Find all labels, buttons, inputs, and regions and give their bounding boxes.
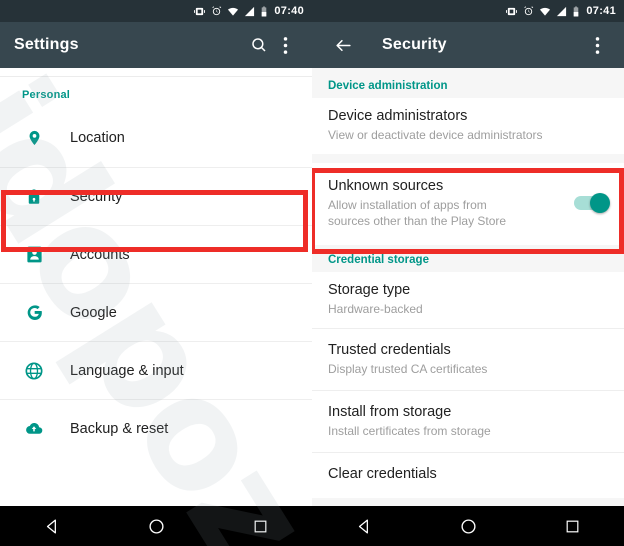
sidebar-item-accounts[interactable]: Accounts	[0, 225, 312, 283]
sidebar-item-backup-reset[interactable]: Backup & reset	[0, 399, 312, 457]
status-icons-right	[505, 5, 580, 17]
left-pane-settings: 07:40 Settings Personal Location Securit…	[0, 0, 312, 546]
list-item-trusted-credentials[interactable]: Trusted credentials Display trusted CA c…	[312, 328, 624, 390]
list-item-title: Install from storage	[328, 404, 452, 420]
status-icons-left	[193, 5, 268, 17]
signal-icon	[556, 6, 567, 17]
status-clock-left: 07:40	[274, 5, 304, 17]
sidebar-item-language-input[interactable]: Language & input	[0, 341, 312, 399]
navigation-bar-left	[0, 506, 312, 546]
list-item-subtitle: Hardware-backed	[328, 302, 423, 316]
sidebar-item-google[interactable]: Google	[0, 283, 312, 341]
status-clock-right: 07:41	[586, 5, 616, 17]
dual-screenshot: 07:40 Settings Personal Location Securit…	[0, 0, 624, 546]
list-item-title: Device administrators	[328, 108, 468, 124]
alarm-icon	[523, 5, 534, 17]
section-label-personal: Personal	[22, 89, 71, 101]
location-pin-icon	[22, 126, 46, 150]
section-header-credential-storage: Credential storage	[328, 254, 429, 266]
list-item-subtitle: Install certificates from storage	[328, 424, 491, 438]
status-bar-right: 07:41	[312, 0, 624, 22]
sidebar-item-location[interactable]: Location	[0, 109, 312, 167]
back-triangle-icon[interactable]	[32, 506, 72, 546]
list-item-title: Clear credentials	[328, 466, 437, 482]
sidebar-item-security[interactable]: Security	[0, 167, 312, 225]
recents-square-icon[interactable]	[552, 506, 592, 546]
wifi-icon	[539, 6, 551, 17]
navigation-bar-right	[312, 506, 624, 546]
unknown-sources-toggle[interactable]	[574, 193, 610, 213]
back-arrow-icon[interactable]	[330, 32, 356, 58]
signal-icon	[244, 6, 255, 17]
list-item-subtitle: View or deactivate device administrators	[328, 128, 543, 142]
page-title-settings: Settings	[14, 36, 79, 53]
recents-square-icon[interactable]	[240, 506, 280, 546]
sidebar-item-label: Security	[70, 188, 123, 205]
list-item-install-from-storage[interactable]: Install from storage Install certificate…	[312, 390, 624, 452]
sidebar-item-label: Accounts	[70, 246, 130, 263]
settings-list: Personal Location Security Accounts Goog…	[0, 68, 312, 506]
sidebar-item-label: Backup & reset	[70, 420, 169, 437]
list-top-divider	[0, 68, 312, 77]
battery-icon	[572, 5, 580, 17]
wifi-icon	[227, 6, 239, 17]
lock-icon	[22, 185, 46, 209]
google-g-icon	[22, 301, 46, 325]
overflow-menu-icon[interactable]	[272, 32, 298, 58]
cloud-upload-icon	[22, 417, 46, 441]
security-settings-list: Device administration Device administrat…	[312, 68, 624, 506]
list-item-unknown-sources[interactable]: Unknown sources Allow installation of ap…	[312, 163, 624, 245]
page-title-security: Security	[382, 36, 447, 53]
home-circle-icon[interactable]	[136, 506, 176, 546]
list-item-subtitle: Display trusted CA certificates	[328, 362, 488, 376]
alarm-icon	[211, 5, 222, 17]
back-triangle-icon[interactable]	[344, 506, 384, 546]
home-circle-icon[interactable]	[448, 506, 488, 546]
list-item-title: Unknown sources	[328, 178, 444, 194]
list-item-storage-type[interactable]: Storage type Hardware-backed	[312, 272, 624, 328]
list-item-title: Trusted credentials	[328, 342, 451, 358]
sidebar-item-label: Language & input	[70, 362, 184, 379]
list-item-clear-credentials[interactable]: Clear credentials	[312, 452, 624, 498]
list-item-title: Storage type	[328, 282, 411, 298]
account-icon	[22, 243, 46, 267]
sidebar-item-label: Location	[70, 130, 125, 146]
toggle-knob	[590, 193, 610, 213]
battery-icon	[260, 5, 268, 17]
vibrate-icon	[505, 6, 518, 17]
toolbar-settings: Settings	[0, 22, 312, 68]
list-item-subtitle: Allow installation of apps from sources …	[328, 198, 507, 228]
globe-icon	[22, 359, 46, 383]
section-header-device-administration: Device administration	[328, 80, 448, 92]
vibrate-icon	[193, 6, 206, 17]
search-icon[interactable]	[246, 32, 272, 58]
status-bar-left: 07:40	[0, 0, 312, 22]
sidebar-item-label: Google	[70, 304, 117, 321]
right-pane-security: 07:41 Security Device administration Dev…	[312, 0, 624, 546]
section-gap	[312, 154, 624, 163]
toolbar-security: Security	[312, 22, 624, 68]
overflow-menu-icon[interactable]	[584, 32, 610, 58]
list-item-device-administrators[interactable]: Device administrators View or deactivate…	[312, 98, 624, 154]
